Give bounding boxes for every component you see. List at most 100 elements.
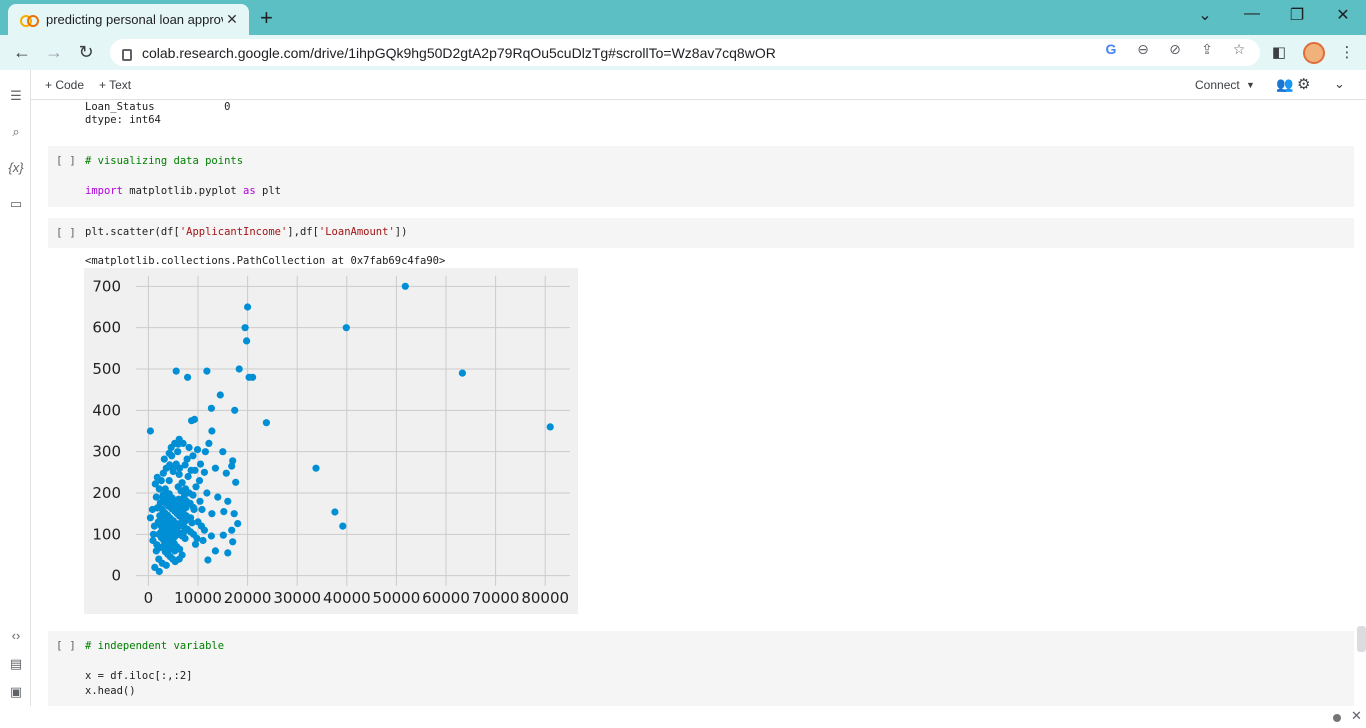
x-tick-label: 80000 (521, 589, 569, 607)
scatter-point (196, 497, 204, 505)
previous-output-line: Loan_Status 0 (85, 101, 231, 113)
status-close-icon[interactable]: ✕ (1351, 708, 1362, 724)
scatter-point (214, 493, 222, 501)
scatter-point (175, 470, 183, 478)
zoom-icon[interactable]: ⊖ (1133, 41, 1153, 58)
code-text: plt (255, 185, 281, 197)
scatter-point (249, 373, 257, 381)
y-tick-label: 700 (92, 277, 121, 295)
back-icon[interactable]: ← (10, 41, 34, 65)
code-cell[interactable]: [ ] # visualizing data points import mat… (48, 146, 1354, 207)
scatter-point (211, 464, 219, 472)
side-panel-icon[interactable]: ◧ (1269, 43, 1289, 61)
scatter-point (198, 505, 206, 514)
scatter-point (216, 391, 224, 399)
scatter-point (193, 534, 201, 543)
scatter-point (312, 464, 320, 472)
scatter-point (171, 558, 179, 566)
code-text: ],df[ (287, 226, 319, 238)
scatter-point (159, 469, 167, 477)
scatter-point (401, 282, 409, 290)
y-tick-label: 600 (92, 319, 121, 337)
scatter-point (231, 406, 239, 414)
code-comment: # visualizing data points (85, 155, 244, 167)
reload-icon[interactable]: ↻ (74, 41, 98, 65)
scatter-point (193, 446, 202, 454)
command-palette-icon[interactable]: ▤ (6, 656, 26, 672)
scatter-point (207, 532, 215, 540)
connect-dropdown-icon[interactable]: ▼ (1246, 80, 1255, 90)
scatter-point (156, 544, 164, 552)
colab-toolbar: + Code + Text Connect ▼ 👥 ⚙ ⌄ (31, 70, 1366, 100)
new-tab-icon[interactable]: + (260, 5, 273, 31)
scatter-point (155, 567, 163, 576)
code-cell[interactable]: [ ] # independent variable x = df.iloc[:… (48, 631, 1354, 706)
code-snippets-icon[interactable]: ‹› (6, 628, 26, 643)
scatter-point (244, 303, 252, 311)
scatter-point (331, 508, 339, 516)
window-close-icon[interactable]: ✕ (1333, 5, 1353, 25)
add-code-button[interactable]: + Code (45, 78, 84, 92)
scatter-point (224, 549, 232, 557)
scatter-point (219, 531, 227, 539)
chrome-menu-icon[interactable]: ⋮ (1337, 43, 1357, 61)
settings-gear-icon[interactable]: ⚙ (1297, 75, 1310, 93)
code-string: 'ApplicantIncome' (179, 226, 288, 238)
scatter-point (222, 469, 230, 477)
tab-search-icon[interactable]: ⌄ (1195, 5, 1215, 25)
scatter-point (207, 404, 215, 412)
run-cell-button[interactable]: [ ] (56, 154, 76, 167)
run-cell-button[interactable]: [ ] (56, 226, 76, 239)
scatter-point (181, 534, 189, 543)
scatter-point (148, 505, 156, 514)
bookmark-star-icon[interactable]: ☆ (1229, 41, 1249, 58)
code-line: import matplotlib.pyplot as plt (85, 185, 281, 197)
scatter-point (229, 538, 237, 546)
url-input[interactable]: colab.research.google.com/drive/1ihpGQk9… (110, 39, 1260, 66)
scatter-point (262, 419, 270, 427)
cell-output-text: <matplotlib.collections.PathCollection a… (85, 255, 446, 267)
x-tick-label: 20000 (224, 589, 272, 607)
forward-icon[interactable]: → (42, 41, 66, 65)
close-tab-icon[interactable]: ✕ (223, 11, 241, 28)
scatter-point (228, 462, 236, 470)
y-tick-label: 400 (92, 401, 121, 419)
restore-icon[interactable]: ❐ (1287, 5, 1307, 25)
scrollbar-thumb[interactable] (1357, 626, 1366, 652)
status-indicator-icon (1333, 714, 1341, 722)
collapse-header-icon[interactable]: ⌄ (1334, 76, 1345, 92)
scatter-point (211, 547, 219, 555)
colab-favicon-icon (20, 14, 39, 27)
variables-icon[interactable]: {x} (6, 160, 26, 175)
scatter-plot-svg: 0 10000 20000 30000 40000 50000 60000 70000 8000… (92, 276, 570, 607)
google-lens-icon[interactable]: G (1101, 41, 1121, 57)
table-of-contents-icon[interactable]: ☰ (6, 88, 26, 104)
terminal-icon[interactable]: ▣ (6, 684, 26, 700)
add-text-button[interactable]: + Text (99, 78, 131, 92)
files-folder-icon[interactable]: ▭ (6, 196, 26, 212)
scatter-point (224, 497, 232, 505)
avatar[interactable] (1303, 42, 1325, 64)
scatter-point (169, 464, 177, 472)
browser-tab[interactable]: predicting personal loan approva ✕ (8, 4, 249, 35)
share-people-icon[interactable]: 👥 (1276, 76, 1293, 93)
scatter-point (162, 561, 170, 569)
code-cell[interactable]: [ ] plt.scatter(df['ApplicantIncome'],df… (48, 218, 1354, 248)
code-string: 'LoanAmount' (318, 226, 395, 238)
scatter-point (184, 472, 192, 481)
share-icon[interactable]: ⇪ (1197, 41, 1217, 58)
scatter-point (458, 369, 466, 377)
code-line: plt.scatter(df['ApplicantIncome'],df['Lo… (85, 226, 407, 238)
notebook-area[interactable]: Loan_Status 0 dtype: int64 [ ] # visuali… (31, 100, 1366, 706)
minimize-icon[interactable]: — (1242, 5, 1262, 23)
connect-button[interactable]: Connect (1195, 78, 1240, 92)
scatter-point (177, 519, 185, 527)
scatter-point (205, 439, 213, 447)
eye-off-icon[interactable]: ⊘ (1165, 41, 1185, 58)
search-icon[interactable]: ⌕ (6, 124, 26, 140)
scatter-point (181, 490, 189, 498)
scatter-point (208, 510, 216, 518)
tab-title: predicting personal loan approva (46, 12, 223, 27)
y-tick-label: 0 (111, 567, 121, 585)
run-cell-button[interactable]: [ ] (56, 639, 76, 652)
